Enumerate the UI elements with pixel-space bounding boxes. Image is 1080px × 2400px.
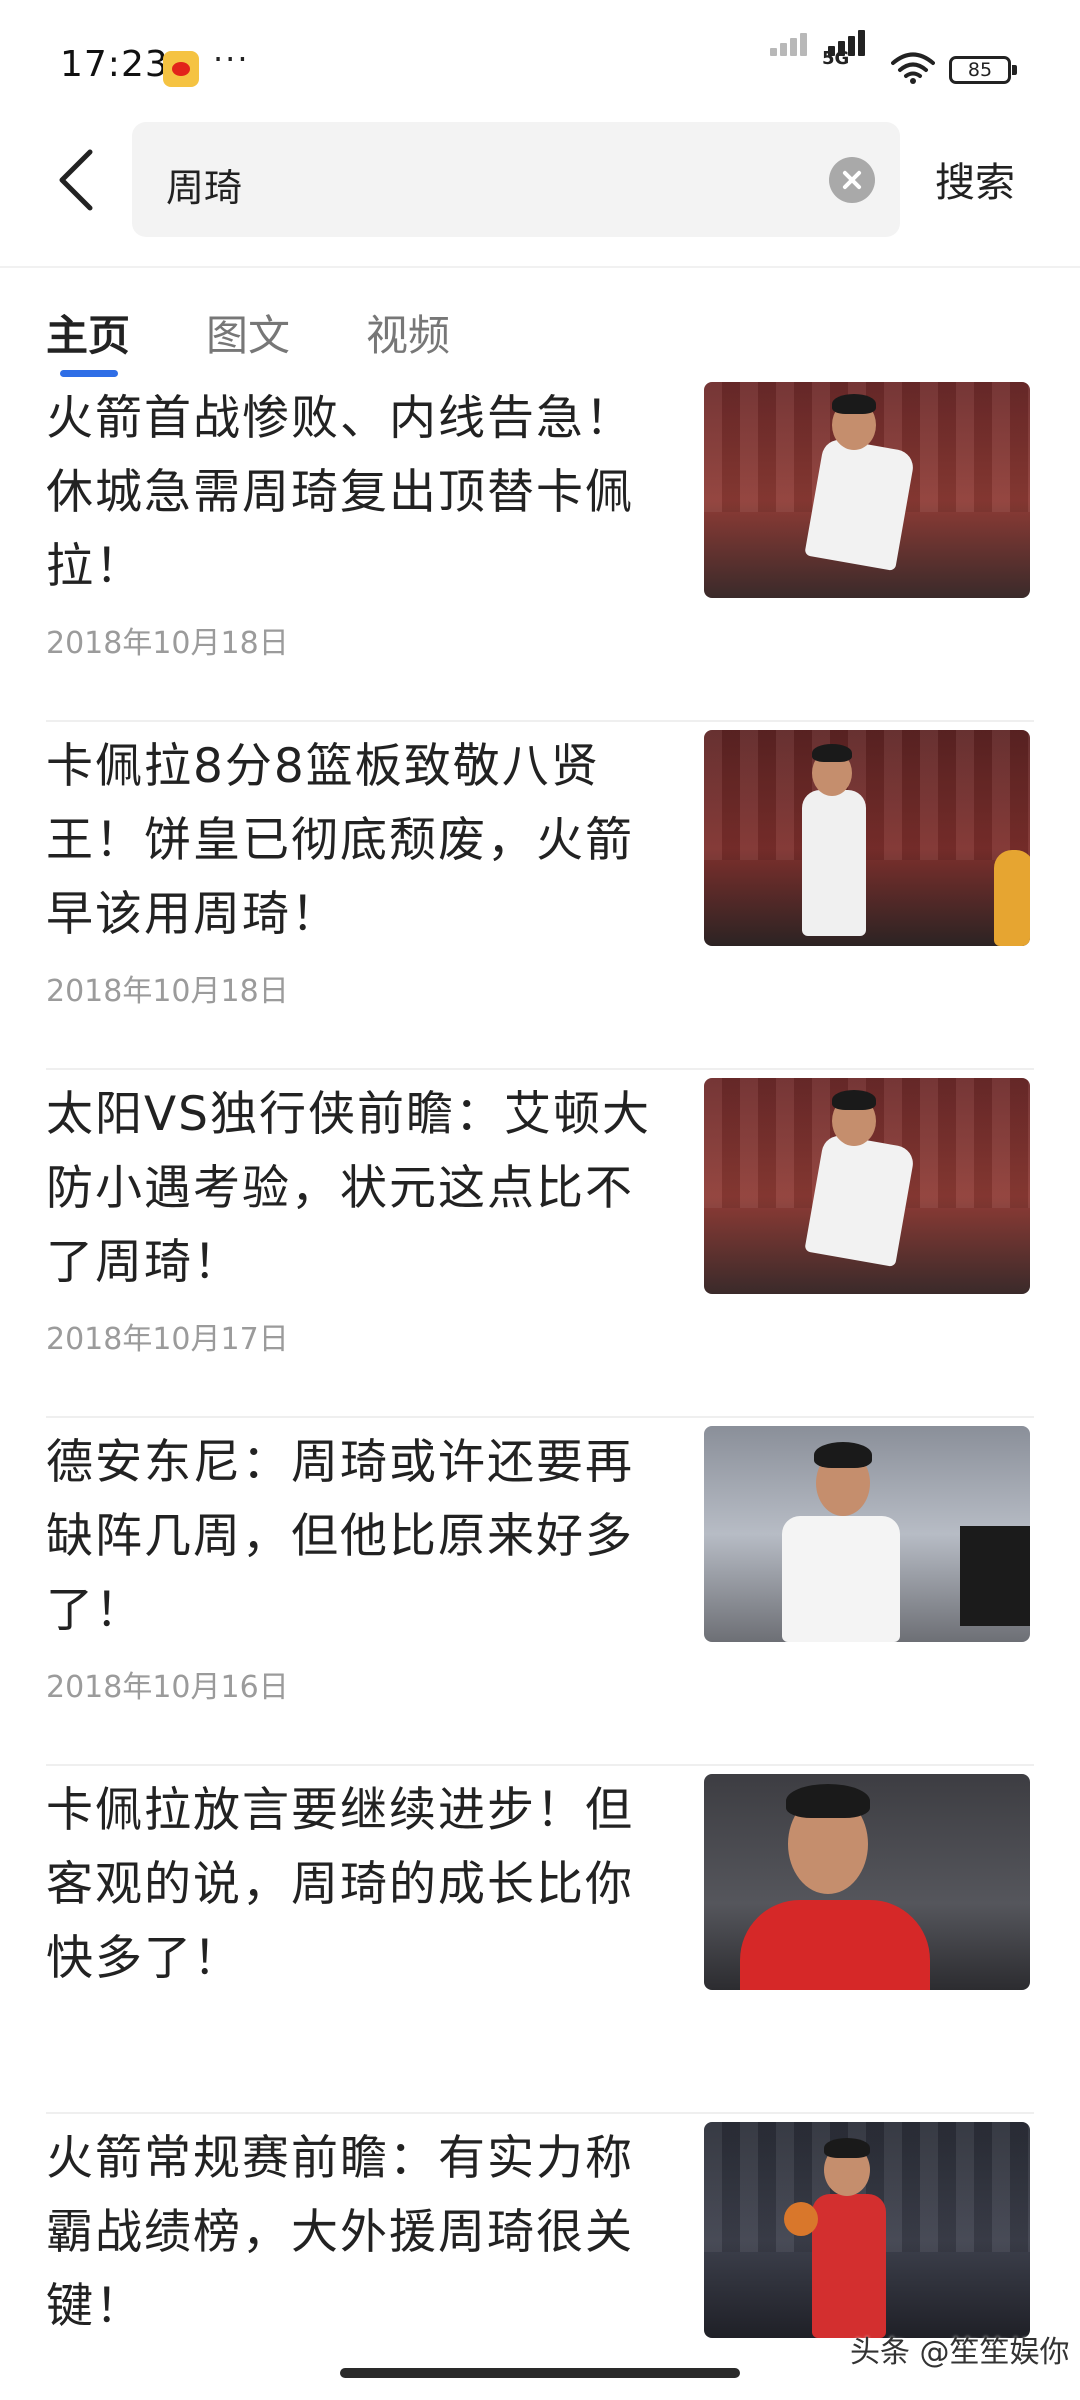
- article-thumbnail: [704, 730, 1030, 946]
- article-divider: [46, 720, 1034, 722]
- more-dots-icon: ···: [213, 40, 250, 78]
- article-thumbnail: [704, 2122, 1030, 2338]
- clear-icon[interactable]: [829, 157, 875, 203]
- wifi-icon: [891, 52, 935, 84]
- tab-video[interactable]: 视频: [366, 302, 450, 363]
- battery-level: 85: [967, 59, 993, 81]
- article-divider: [46, 1764, 1034, 1766]
- status-bar: 17:23 ··· 5G 85: [0, 0, 1080, 130]
- article-thumbnail: [704, 382, 1030, 598]
- tab-home[interactable]: 主页: [46, 302, 130, 363]
- network-type-label: 5G: [822, 48, 850, 69]
- article-title: 德安东尼：周琦或许还要再缺阵几周，但他比原来好多了！: [46, 1435, 634, 1638]
- header-divider: [0, 266, 1080, 268]
- watermark: 头条 @笙笙娱你: [850, 2335, 1070, 2370]
- article-title: 卡佩拉放言要继续进步！但客观的说，周琦的成长比你快多了！: [46, 1783, 634, 1986]
- article-item[interactable]: 卡佩拉放言要继续进步！但客观的说，周琦的成长比你快多了！: [46, 1774, 1034, 2122]
- search-query-text: 周琦: [166, 166, 243, 210]
- article-divider: [46, 1068, 1034, 1070]
- article-thumbnail: [704, 1774, 1030, 1990]
- article-title: 太阳VS独行侠前瞻：艾顿大防小遇考验，状元这点比不了周琦！: [46, 1087, 651, 1290]
- article-thumbnail: [704, 1426, 1030, 1642]
- article-title: 卡佩拉8分8篮板致敬八贤王！饼皇已彻底颓废，火箭早该用周琦！: [46, 739, 634, 942]
- article-title: 火箭常规赛前瞻：有实力称霸战绩榜，大外援周琦很关键！: [46, 2131, 634, 2334]
- article-date: 2018年10月18日: [46, 626, 289, 661]
- tab-image-text[interactable]: 图文: [206, 302, 290, 363]
- article-date: 2018年10月18日: [46, 974, 289, 1009]
- article-title: 火箭首战惨败、内线告急！休城急需周琦复出顶替卡佩拉！: [46, 391, 634, 594]
- gesture-bar[interactable]: [340, 2368, 740, 2378]
- article-date: 2018年10月16日: [46, 1670, 289, 1705]
- weibo-app-icon: [163, 51, 199, 87]
- tab-active-indicator: [60, 370, 118, 377]
- search-input[interactable]: 周琦: [132, 122, 900, 237]
- battery-icon: 85: [949, 56, 1017, 84]
- article-item[interactable]: 德安东尼：周琦或许还要再缺阵几周，但他比原来好多了！ 2018年10月16日: [46, 1426, 1034, 1774]
- article-item[interactable]: 卡佩拉8分8篮板致敬八贤王！饼皇已彻底颓废，火箭早该用周琦！ 2018年10月1…: [46, 730, 1034, 1078]
- article-date: 2018年10月17日: [46, 1322, 289, 1357]
- search-button[interactable]: 搜索: [935, 150, 1015, 208]
- article-divider: [46, 1416, 1034, 1418]
- status-time: 17:23: [60, 44, 169, 85]
- article-item[interactable]: 火箭首战惨败、内线告急！休城急需周琦复出顶替卡佩拉！ 2018年10月18日: [46, 382, 1034, 730]
- back-arrow-icon[interactable]: [52, 148, 106, 212]
- article-divider: [46, 2112, 1034, 2114]
- article-thumbnail: [704, 1078, 1030, 1294]
- article-item[interactable]: 太阳VS独行侠前瞻：艾顿大防小遇考验，状元这点比不了周琦！ 2018年10月17…: [46, 1078, 1034, 1426]
